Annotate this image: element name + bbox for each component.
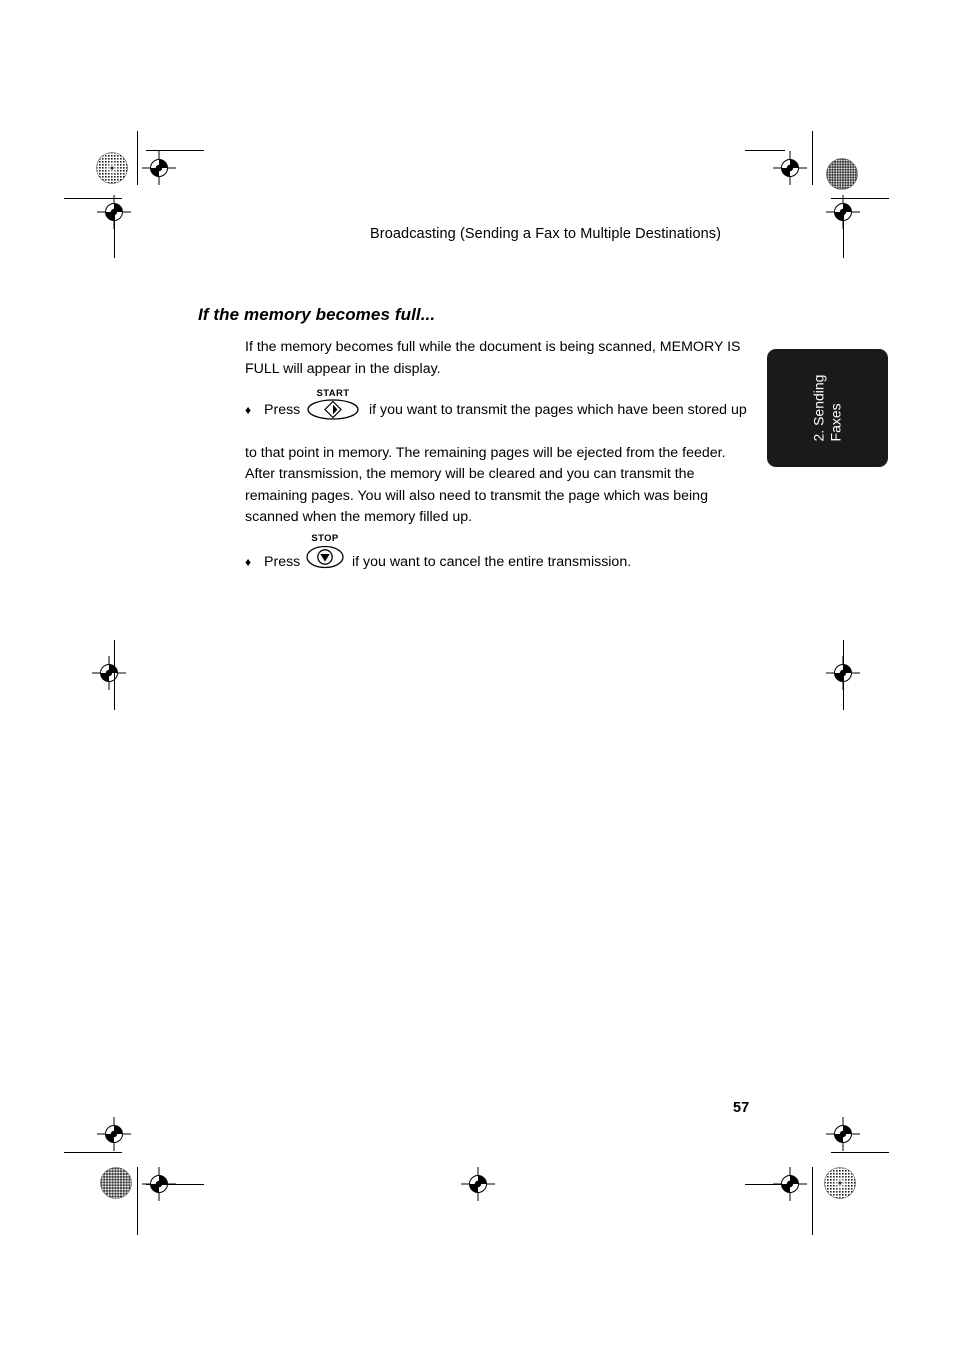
running-head: Broadcasting (Sending a Fax to Multiple …	[370, 226, 722, 242]
start-key-label: START	[316, 388, 350, 399]
chapter-number-label: 2. Sending	[810, 374, 827, 442]
registration-target-icon	[461, 1167, 495, 1201]
trim-line	[146, 1184, 204, 1185]
halftone-dot-icon	[824, 1167, 856, 1199]
start-bullet-continuation: to that point in memory. The remaining p…	[245, 444, 726, 526]
trim-line	[843, 212, 844, 258]
registration-target-icon	[826, 1117, 860, 1151]
trim-line	[114, 640, 115, 710]
stop-key-glyph	[306, 545, 344, 577]
trim-line	[812, 1167, 813, 1235]
trim-line	[64, 1152, 122, 1153]
trim-line	[843, 640, 844, 710]
trim-line	[137, 131, 138, 185]
start-key-icon[interactable]: START	[302, 388, 364, 422]
registration-target-icon	[92, 656, 126, 690]
bullet-item-start: ♦ Press START if you want to transmit th…	[245, 388, 747, 422]
trim-line	[146, 150, 204, 151]
start-bullet-text: if you want to transmit the pages which …	[369, 402, 747, 418]
intro-paragraph: If the memory becomes full while the doc…	[245, 339, 741, 377]
stop-bullet-text: if you want to cancel the entire transmi…	[352, 553, 632, 570]
bullet-diamond-icon: ♦	[245, 554, 252, 569]
registration-target-icon	[773, 151, 807, 185]
bullet-diamond-icon: ♦	[245, 403, 252, 417]
document-page: Broadcasting (Sending a Fax to Multiple …	[0, 0, 954, 1351]
halftone-dot-icon	[96, 152, 128, 184]
chapter-side-tab-lines: 2. Sending Faxes	[810, 375, 844, 442]
halftone-dot-icon	[100, 1167, 132, 1199]
trim-line	[745, 1184, 785, 1185]
stop-key-icon[interactable]: STOP	[303, 533, 347, 573]
trim-line	[137, 1167, 138, 1235]
press-label: Press	[264, 553, 301, 570]
registration-target-icon	[142, 151, 176, 185]
trim-line	[812, 131, 813, 185]
press-label: Press	[264, 402, 301, 418]
registration-target-icon	[97, 1117, 131, 1151]
trim-line	[114, 212, 115, 258]
chapter-name-label: Faxes	[827, 403, 844, 442]
chapter-side-tab-text: 2. Sending Faxes	[767, 349, 888, 467]
page-number: 57	[733, 1100, 750, 1116]
body-column: If the memory becomes full while the doc…	[245, 337, 747, 592]
stop-key-label: STOP	[311, 532, 339, 544]
trim-line	[745, 150, 785, 151]
halftone-dot-icon	[826, 158, 858, 190]
trim-line	[831, 1152, 889, 1153]
bullet-item-stop: ♦ Press STOP if you want to cancel the e…	[245, 533, 745, 592]
chapter-side-tab: 2. Sending Faxes	[767, 349, 888, 467]
start-key-glyph	[307, 399, 359, 428]
page-title: If the memory becomes full...	[198, 305, 436, 325]
